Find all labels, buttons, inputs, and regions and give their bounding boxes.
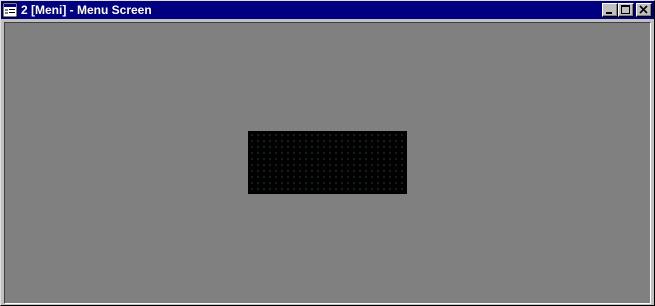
close-button[interactable] bbox=[636, 3, 652, 17]
menu-screen-window: 2 [Meni] - Menu Screen bbox=[0, 0, 655, 306]
window-title: 2 [Meni] - Menu Screen bbox=[21, 3, 152, 17]
maximize-icon bbox=[621, 5, 630, 14]
screen-canvas[interactable] bbox=[4, 22, 651, 304]
minimize-button[interactable] bbox=[602, 3, 618, 17]
title-bar[interactable]: 2 [Meni] - Menu Screen bbox=[1, 1, 654, 19]
app-window-icon[interactable] bbox=[2, 2, 18, 18]
maximize-button[interactable] bbox=[618, 3, 634, 17]
caption-buttons bbox=[602, 3, 652, 17]
close-icon bbox=[639, 5, 648, 14]
minimize-icon bbox=[606, 12, 612, 14]
display-panel[interactable] bbox=[248, 131, 407, 194]
